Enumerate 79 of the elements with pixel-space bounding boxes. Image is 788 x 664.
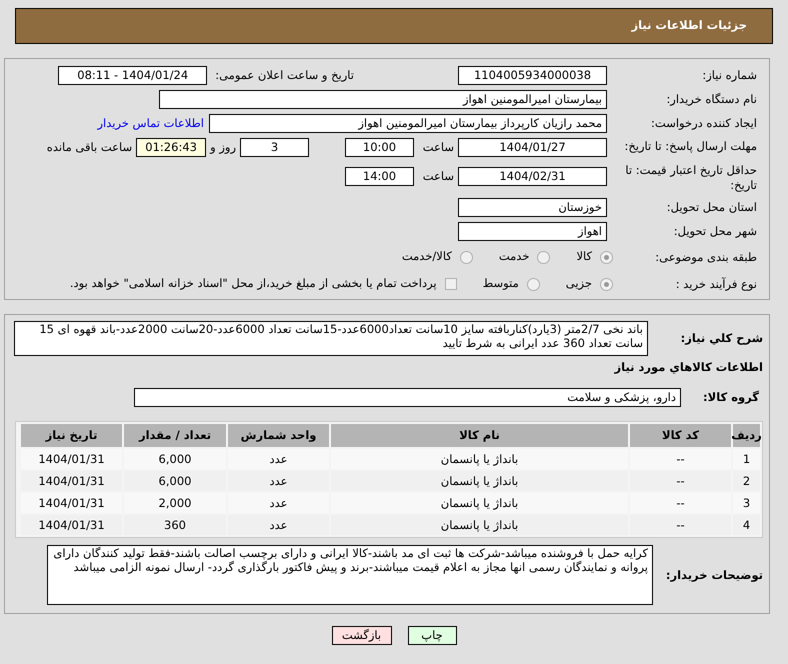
table-cell: 2,000 (124, 493, 226, 514)
table-cell: 2 (733, 471, 760, 492)
table-cell: بانداژ یا پانسمان (331, 471, 628, 492)
field-label: تاریخ و ساعت اعلان عمومی: (215, 66, 354, 84)
table-cell: بانداژ یا پانسمان (331, 515, 628, 536)
table-cell: 1 (733, 449, 760, 470)
buyer-field: بیمارستان امیرالمومنین اهواز (159, 90, 607, 109)
table-cell: 1404/01/31 (21, 493, 122, 514)
requester-field: محمد رازیان کارپرداز بیمارستان امیرالمومنین اهواز (209, 114, 607, 133)
field-label: خدمت (498, 248, 530, 266)
table-cell: 6,000 (124, 471, 226, 492)
table-cell: -- (630, 471, 731, 492)
radio-button[interactable] (460, 250, 473, 264)
validity-date-field: 1404/02/31 (458, 167, 607, 186)
field-label: نام دستگاه خریدار: (665, 92, 757, 107)
table-cell: 4 (733, 515, 760, 536)
field-label: کالا/خدمت (402, 248, 452, 266)
table-cell: -- (630, 493, 731, 514)
field-label: گروه کالا: (702, 389, 760, 406)
table-cell: 3 (733, 493, 760, 514)
column-header: تعداد / مقدار (124, 424, 226, 448)
checkbox[interactable] (444, 278, 457, 290)
buyer-notes: کرایه حمل با فروشنده میباشد-شرکت ها ثبت ای مد باشند-کالا ایرانی و دارای برچسب اصالت باشند-فقط تولید کنندگان دارای پروانه و نمایندگان رسمی انها مجاز به اعلام قیمت میباشند-برند و پیش فاکتور بارگذاری گردد- ارسال نمونه الزامی میباشد (47, 545, 653, 606)
print-button[interactable]: چاپ (408, 626, 456, 646)
field-label: پرداخت تمام یا بخشی از مبلغ خرید،از محل "اسناد خزانه اسلامی" خواهد بود. (70, 275, 437, 292)
field-label: ساعت باقی مانده (46, 138, 132, 156)
table-cell: عدد (228, 493, 329, 514)
field-label: مهلت ارسال پاسخ: تا تاریخ: (623, 138, 757, 154)
field-label: روز و (210, 138, 236, 156)
radio-button[interactable] (537, 250, 550, 264)
table-cell: عدد (228, 471, 329, 492)
column-header: تاریخ نیاز (21, 424, 122, 448)
field-label: استان محل تحویل: (666, 200, 757, 215)
table-cell: عدد (228, 449, 329, 470)
validity-time-field: 14:00 (345, 167, 414, 186)
remaining-time-field: 01:26:43 (136, 138, 206, 157)
field-label: ساعت (422, 138, 454, 156)
days-field: 3 (240, 138, 309, 157)
table-cell: -- (630, 515, 731, 536)
need-number-field: 1104005934000038 (458, 66, 607, 85)
field-label: ساعت (422, 168, 454, 185)
column-header: ردیف (733, 424, 760, 448)
table-cell: -- (630, 449, 731, 470)
province-field: خوزستان (458, 198, 607, 217)
radio-button[interactable] (600, 250, 613, 264)
goods-group-field: دارو، پزشکی و سلامت (134, 388, 681, 408)
table-cell: بانداژ یا پانسمان (331, 493, 628, 514)
deadline-time-field: 10:00 (345, 138, 414, 157)
field-label: توضیحات خریدار: (664, 566, 763, 584)
need-description: باند نخی 2/7متر (3یارد)کناربافته سایز 10سانت تعداد6000عدد-15سانت تعداد 6000عدد-20سانت 2000عدد-باند قهوه ای 15 سانت تعداد 360 عدد ایرانی به شرط تایید (14, 321, 648, 356)
back-button[interactable]: بازگشت (332, 626, 392, 646)
column-header: کد کالا (630, 424, 731, 448)
table-cell: 360 (124, 515, 226, 536)
field-label: جزیی (566, 275, 592, 292)
field-label: نوع فرآیند خرید : (674, 276, 757, 292)
column-header: واحد شمارش (228, 424, 329, 448)
radio-button[interactable] (526, 278, 540, 290)
field-label: طبقه بندی موضوعی: (654, 250, 757, 264)
announce-date-field: 1404/01/24 - 08:11 (58, 66, 208, 85)
table-cell: 1404/01/31 (21, 449, 122, 470)
page-title: جزئیات اطلاعات نیاز (631, 17, 747, 34)
column-header: نام کالا (331, 424, 628, 448)
field-label: شهر محل تحویل: (672, 224, 757, 239)
field-label: متوسط (482, 275, 519, 292)
field-label: شماره نیاز: (701, 68, 757, 83)
buyer-contact-link[interactable]: اطلاعات تماس خریدار (97, 114, 204, 132)
field-label: کالا (576, 248, 592, 266)
field-label: ایجاد کننده درخواست: (650, 116, 757, 131)
radio-button[interactable] (600, 278, 613, 290)
section-title: اطلاعات کالاهاي مورد نياز (613, 359, 763, 376)
deadline-date-field: 1404/01/27 (458, 138, 607, 157)
city-field: اهواز (458, 222, 607, 241)
table-cell: 1404/01/31 (21, 471, 122, 492)
table-cell: 1404/01/31 (21, 515, 122, 536)
table-cell: عدد (228, 515, 329, 536)
table-cell: بانداژ یا پانسمان (331, 449, 628, 470)
field-label: شرح کلي نياز: (680, 330, 763, 347)
table-cell: 6,000 (124, 449, 226, 470)
field-label: حداقل تاریخ اعتبار قیمت: تا تاریخ: (624, 162, 757, 193)
